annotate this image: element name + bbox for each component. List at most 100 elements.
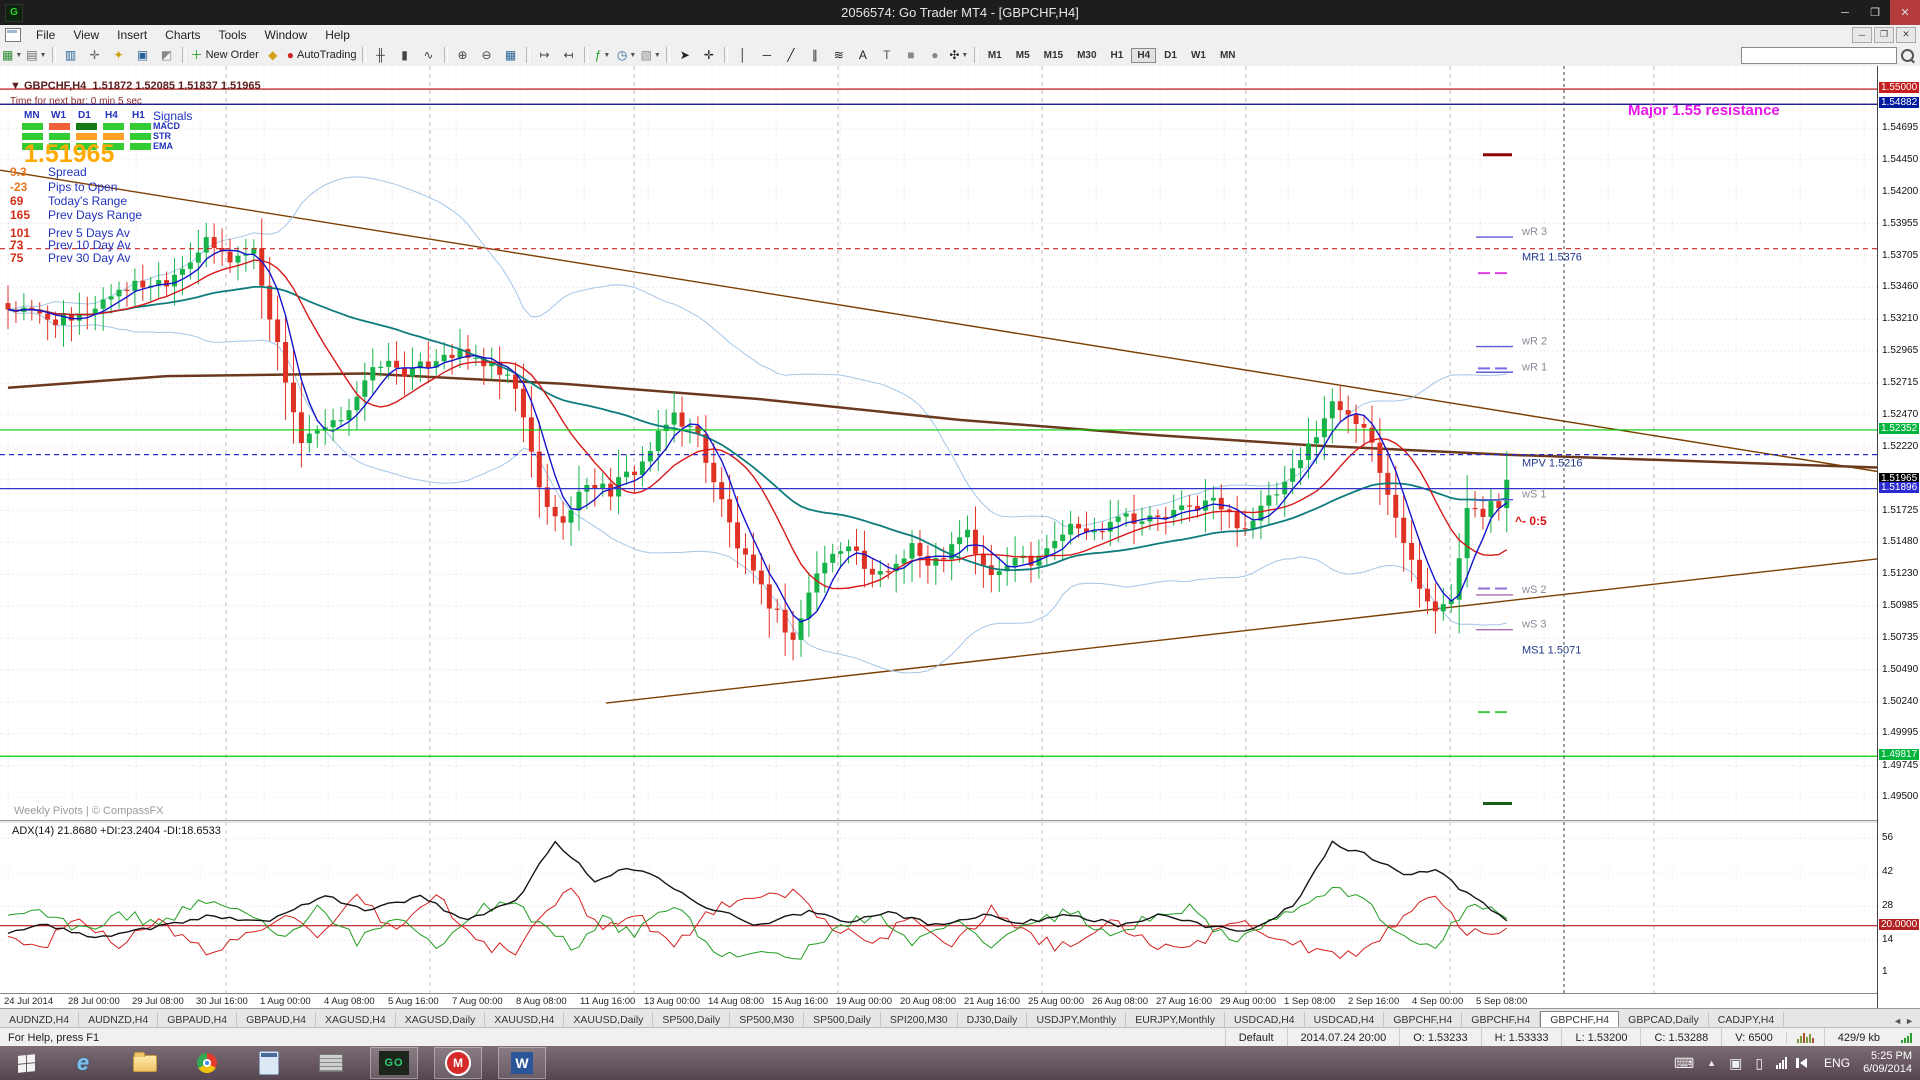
timeframe-m5-button[interactable]: M5 [1010, 48, 1036, 63]
mdi-minimize-button[interactable]: ─ [1852, 27, 1872, 43]
label-tool-button[interactable]: T [876, 45, 898, 65]
timeframe-m30-button[interactable]: M30 [1071, 48, 1102, 63]
calculator-taskbar-icon[interactable] [246, 1048, 292, 1078]
symbol-tab[interactable]: XAGUSD,H4 [316, 1012, 396, 1028]
symbol-tab[interactable]: GBPCHF,H4 [1384, 1012, 1462, 1028]
autotrading-button[interactable]: ●AutoTrading [286, 45, 358, 65]
timeframe-w1-button[interactable]: W1 [1185, 48, 1212, 63]
chart-workspace[interactable]: wR 3MR1 1.5376wR 2wR 1MPV 1.5216wS 1wS 2… [0, 66, 1920, 1008]
rectangle-tool-button[interactable]: ■ [900, 45, 922, 65]
line-mode-button[interactable]: ∿ [418, 45, 440, 65]
symbol-tab[interactable]: USDJPY,Monthly [1027, 1012, 1126, 1028]
zoom-in-button[interactable]: ⊕ [452, 45, 474, 65]
symbol-tab[interactable]: GBPCAD,Daily [1619, 1012, 1709, 1028]
trendline-tool-button[interactable]: ╱ [780, 45, 802, 65]
mt4-taskbar-icon[interactable]: M [434, 1047, 482, 1079]
terminal-button[interactable]: ▣ [132, 45, 154, 65]
menu-help[interactable]: Help [316, 28, 359, 42]
price-axis[interactable]: 1.546951.544501.542001.539551.537051.534… [1877, 66, 1920, 1008]
go-trader-taskbar-icon[interactable]: GO [370, 1047, 418, 1079]
horizontal-line-tool-button[interactable]: ─ [756, 45, 778, 65]
crosshair-button[interactable]: ✛ [698, 45, 720, 65]
menu-insert[interactable]: Insert [108, 28, 156, 42]
indicators-button[interactable]: ƒ▼ [592, 45, 614, 65]
minimize-button[interactable]: ─ [1830, 0, 1860, 25]
strategy-tester-button[interactable]: ◩ [156, 45, 178, 65]
chart-window-icon[interactable] [5, 28, 21, 42]
restore-button[interactable]: ❐ [1860, 0, 1890, 25]
main-chart-canvas[interactable]: wR 3MR1 1.5376wR 2wR 1MPV 1.5216wS 1wS 2… [0, 66, 1877, 820]
power-icon[interactable]: ▯ [1755, 1055, 1763, 1072]
timeframe-h4-button[interactable]: H4 [1131, 48, 1156, 63]
symbol-tab[interactable]: GBPCHF,H4 [1462, 1012, 1540, 1028]
timeframe-m1-button[interactable]: M1 [982, 48, 1008, 63]
market-watch-button[interactable]: ▥ [60, 45, 82, 65]
symbol-tab[interactable]: XAUUSD,H4 [485, 1012, 564, 1028]
data-window-button[interactable]: ✛ [84, 45, 106, 65]
search-icon[interactable] [1901, 49, 1914, 62]
cursor-button[interactable]: ➤ [674, 45, 696, 65]
menu-charts[interactable]: Charts [156, 28, 209, 42]
hidden-icons-chevron[interactable]: ▲ [1707, 1058, 1716, 1068]
symbol-tab[interactable]: XAGUSD,Daily [396, 1012, 486, 1028]
candle-mode-button[interactable]: ▮ [394, 45, 416, 65]
channel-tool-button[interactable]: ∥ [804, 45, 826, 65]
menu-window[interactable]: Window [256, 28, 317, 42]
start-button[interactable] [0, 1046, 52, 1080]
symbol-tab[interactable]: GBPAUD,H4 [158, 1012, 237, 1028]
navigator-button[interactable]: ✦ [108, 45, 130, 65]
explorer-taskbar-icon[interactable] [122, 1048, 168, 1078]
tile-windows-button[interactable]: ▦ [500, 45, 522, 65]
fibonacci-tool-button[interactable]: ≋ [828, 45, 850, 65]
symbol-tab[interactable]: AUDNZD,H4 [0, 1012, 79, 1028]
date-axis[interactable]: 24 Jul 201428 Jul 00:0029 Jul 08:0030 Ju… [0, 993, 1877, 1008]
symbol-tab[interactable]: SP500,Daily [653, 1012, 730, 1028]
bar-chart-mode-button[interactable]: ╫ [370, 45, 392, 65]
language-indicator[interactable]: ENG [1824, 1056, 1850, 1070]
display-icon[interactable]: ▣ [1729, 1055, 1742, 1072]
keyboard-app-taskbar-icon[interactable] [308, 1048, 354, 1078]
word-taskbar-icon[interactable]: W [498, 1047, 546, 1079]
adx-indicator-canvas[interactable] [0, 822, 1877, 993]
timeframe-m15-button[interactable]: M15 [1038, 48, 1069, 63]
close-button[interactable]: ✕ [1890, 0, 1920, 25]
timeframe-h1-button[interactable]: H1 [1105, 48, 1130, 63]
auto-scroll-button[interactable]: ↦ [534, 45, 556, 65]
symbol-tab[interactable]: XAUUSD,Daily [564, 1012, 653, 1028]
chart-shift-button[interactable]: ↤ [558, 45, 580, 65]
chrome-taskbar-icon[interactable] [184, 1048, 230, 1078]
clock[interactable]: 5:25 PM 6/09/2014 [1863, 1050, 1912, 1076]
metaeditor-button[interactable]: ◆ [262, 45, 284, 65]
symbol-tab[interactable]: EURJPY,Monthly [1126, 1012, 1225, 1028]
volume-icon[interactable] [1800, 1058, 1807, 1068]
search-input[interactable] [1741, 47, 1897, 64]
tab-scroll-left-icon[interactable]: ◄ [1893, 1016, 1902, 1026]
symbol-tab[interactable]: USDCAD,H4 [1305, 1012, 1385, 1028]
symbol-tab[interactable]: AUDNZD,H4 [79, 1012, 158, 1028]
symbol-tab[interactable]: DJ30,Daily [958, 1012, 1028, 1028]
symbol-tab[interactable]: SP500,Daily [804, 1012, 881, 1028]
zoom-out-button[interactable]: ⊖ [476, 45, 498, 65]
new-order-button[interactable]: ＋New Order [190, 45, 260, 65]
timeframe-d1-button[interactable]: D1 [1158, 48, 1183, 63]
symbol-tab[interactable]: SP500,M30 [730, 1012, 804, 1028]
symbol-tab[interactable]: CADJPY,H4 [1709, 1012, 1784, 1028]
menu-file[interactable]: File [27, 28, 64, 42]
symbol-tab[interactable]: USDCAD,H4 [1225, 1012, 1305, 1028]
periods-button[interactable]: ◷▼ [616, 45, 638, 65]
network-icon[interactable] [1776, 1057, 1787, 1069]
tab-scroll-right-icon[interactable]: ► [1905, 1016, 1914, 1026]
ie-taskbar-icon[interactable]: e [60, 1048, 106, 1078]
mdi-restore-button[interactable]: ❐ [1874, 27, 1894, 43]
touch-keyboard-icon[interactable]: ⌨ [1674, 1055, 1694, 1072]
templates-button[interactable]: ▧▼ [640, 45, 662, 65]
symbol-tab[interactable]: SPI200,M30 [881, 1012, 958, 1028]
menu-view[interactable]: View [64, 28, 108, 42]
symbol-tab[interactable]: GBPAUD,H4 [237, 1012, 316, 1028]
arrows-tool-button[interactable]: ✣▼ [948, 45, 970, 65]
new-chart-button[interactable]: ▦▼ [1, 45, 23, 65]
menu-tools[interactable]: Tools [210, 28, 256, 42]
ellipse-tool-button[interactable]: ● [924, 45, 946, 65]
text-tool-button[interactable]: A [852, 45, 874, 65]
timeframe-mn-button[interactable]: MN [1214, 48, 1242, 63]
